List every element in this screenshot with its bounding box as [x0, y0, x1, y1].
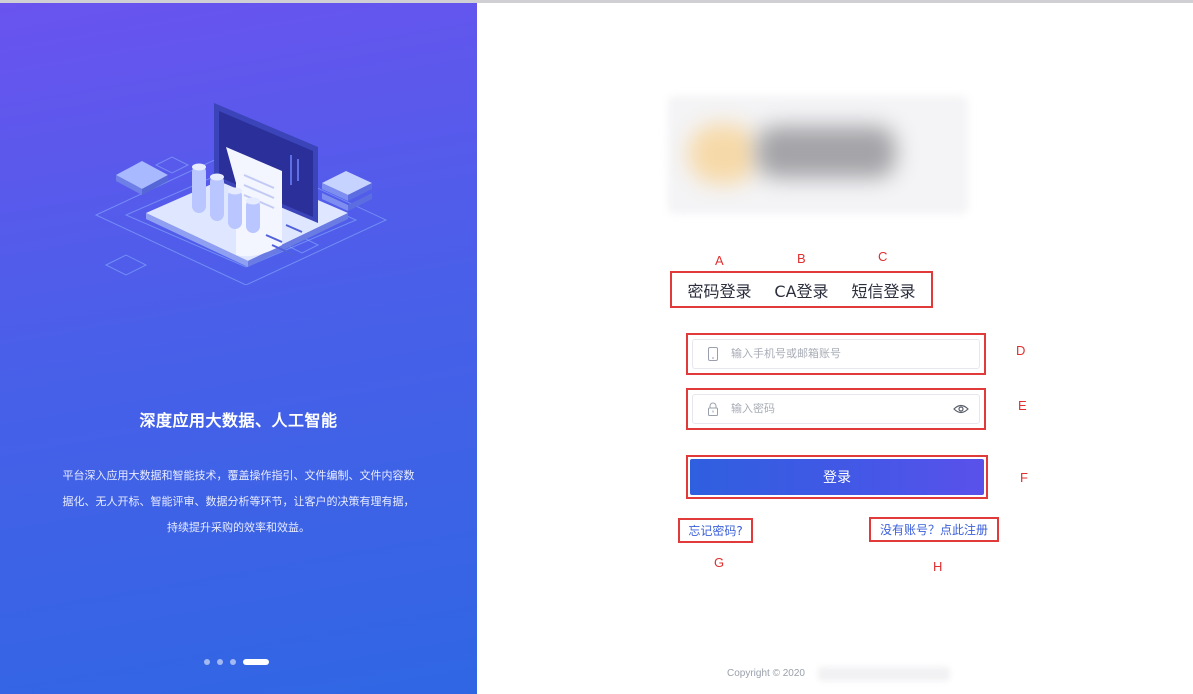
annotation-b: B: [797, 251, 806, 266]
carousel-dot-active[interactable]: [243, 659, 269, 665]
copyright-text: Copyright © 2020: [727, 668, 805, 679]
promo-description: 平台深入应用大数据和智能技术，覆盖操作指引、文件编制、文件内容数据化、无人开标、…: [62, 469, 415, 534]
promo-panel: 深度应用大数据、人工智能 平台深入应用大数据和智能技术，覆盖操作指引、文件编制、…: [0, 3, 477, 694]
tab-sms-login[interactable]: 短信登录: [851, 278, 915, 302]
annotation-h: H: [933, 559, 943, 574]
annotation-e: E: [1018, 398, 1027, 413]
password-field: [686, 388, 986, 430]
blurred-company-name: [818, 667, 950, 681]
carousel-dot[interactable]: [204, 659, 210, 665]
forgot-link-frame: 忘记密码?: [678, 518, 753, 543]
carousel-dot[interactable]: [230, 659, 236, 665]
annotation-g: G: [714, 555, 725, 570]
carousel-dot[interactable]: [217, 659, 223, 665]
forgot-password-link[interactable]: 忘记密码?: [688, 522, 742, 539]
carousel-indicator: [204, 658, 269, 666]
annotation-d: D: [1016, 343, 1026, 358]
tab-ca-login[interactable]: CA登录: [774, 278, 828, 302]
data-laptop-illustration: [94, 103, 388, 285]
phone-icon: [699, 347, 727, 361]
register-link-frame: 没有账号？点此注册: [869, 517, 999, 542]
login-button[interactable]: 登录: [690, 459, 984, 495]
account-field: [686, 333, 986, 375]
login-tabs: 密码登录 CA登录 短信登录: [670, 271, 933, 308]
password-input[interactable]: [727, 403, 947, 415]
tab-password-login[interactable]: 密码登录: [687, 278, 751, 302]
promo-slogan: 深度应用大数据、人工智能: [139, 411, 338, 430]
lock-icon: [699, 402, 727, 416]
register-link[interactable]: 没有账号？点此注册: [880, 521, 988, 538]
eye-icon[interactable]: [947, 404, 975, 414]
annotation-c: C: [878, 249, 888, 264]
blurred-logo: [668, 96, 968, 214]
annotation-f: F: [1020, 470, 1028, 485]
login-button-frame: 登录: [686, 455, 988, 499]
annotation-a: A: [715, 253, 724, 268]
account-input[interactable]: [727, 348, 979, 360]
